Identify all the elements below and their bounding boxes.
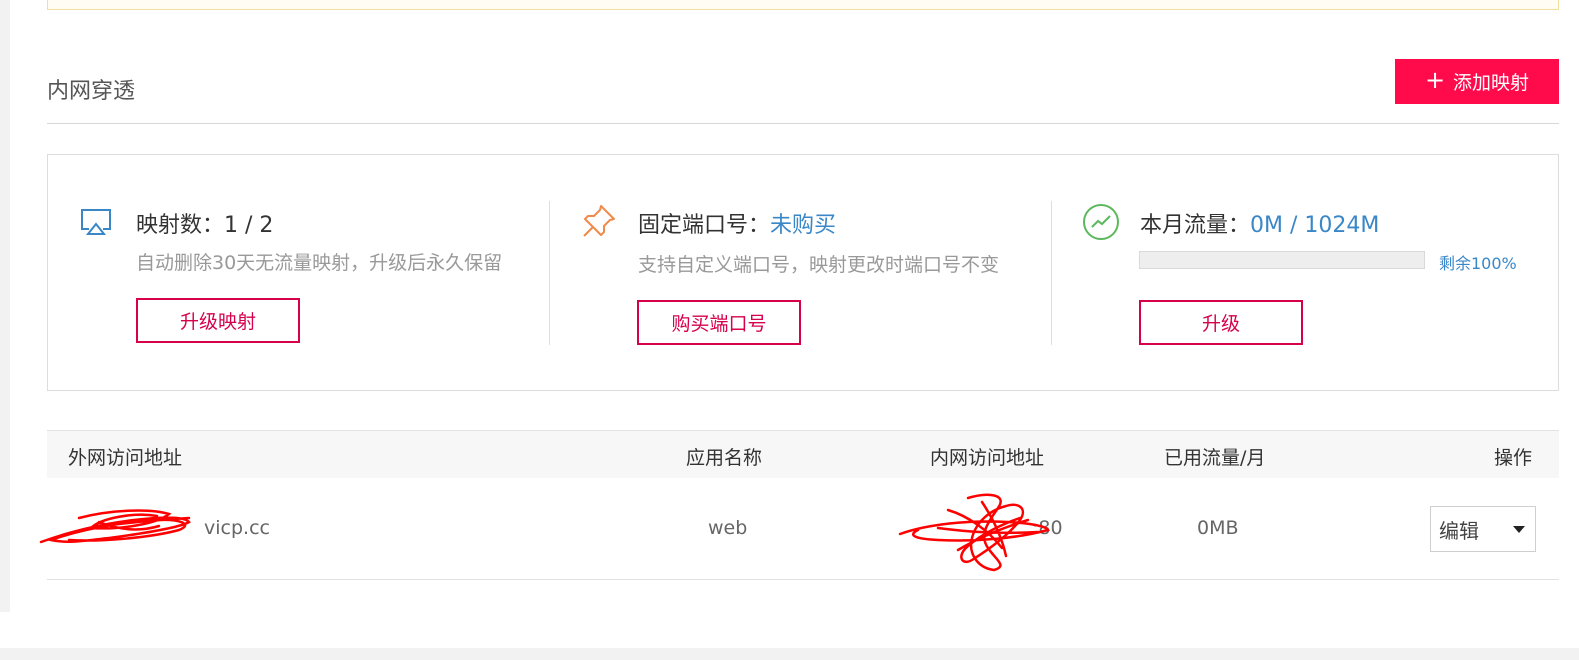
monthly-traffic: 本月流量：0M / 1024M xyxy=(1140,207,1379,239)
section-title: 内网穿透 xyxy=(47,79,136,104)
monthly-traffic-value: 0M / 1024M xyxy=(1250,213,1380,238)
fixed-port-label: 固定端口号： xyxy=(638,213,771,238)
traffic-remaining: 剩余100% xyxy=(1439,254,1517,273)
trend-icon xyxy=(1083,204,1119,240)
mapping-count-label: 映射数： xyxy=(136,213,225,238)
mapping-desc: 自动删除30天无流量映射，升级后永久保留 xyxy=(136,252,503,274)
header-external-address: 外网访问地址 xyxy=(68,447,183,469)
traffic-used: 0MB xyxy=(1197,517,1239,539)
fixed-port-desc: 支持自定义端口号，映射更改时端口号不变 xyxy=(638,254,1000,276)
fixed-port: 固定端口号：未购买 xyxy=(638,207,836,239)
page-footer-edge xyxy=(0,648,1579,660)
header-app-name: 应用名称 xyxy=(686,447,763,469)
divider xyxy=(549,201,550,345)
add-mapping-button[interactable]: + 添加映射 xyxy=(1395,59,1559,104)
airplay-icon xyxy=(81,209,111,235)
upgrade-mapping-button[interactable]: 升级映射 xyxy=(136,298,300,343)
divider xyxy=(1051,201,1052,345)
mapping-count-value: 1 / 2 xyxy=(224,213,274,238)
edit-action-label: 编辑 xyxy=(1439,518,1479,543)
header-actions: 操作 xyxy=(1494,447,1533,469)
internal-address: :80 xyxy=(1032,517,1063,539)
redaction-scribble xyxy=(898,493,1050,572)
section-header: 内网穿透 + 添加映射 xyxy=(47,58,1559,124)
notice-bar xyxy=(47,0,1559,10)
plus-icon: + xyxy=(1424,66,1446,94)
add-mapping-label: 添加映射 xyxy=(1453,72,1530,94)
buy-port-button[interactable]: 购买端口号 xyxy=(637,300,801,345)
table-header: 外网访问地址 应用名称 内网访问地址 已用流量/月 操作 xyxy=(47,430,1559,478)
app-name: web xyxy=(708,517,748,539)
redaction-scribble xyxy=(39,509,191,544)
traffic-progress-bar xyxy=(1139,251,1425,269)
chevron-down-icon xyxy=(1513,525,1525,533)
table-row: vicp.cc web :80 0MB 编辑 xyxy=(39,478,1559,580)
header-internal-address: 内网访问地址 xyxy=(930,447,1045,469)
pin-icon xyxy=(583,205,615,237)
mapping-count: 映射数：1 / 2 xyxy=(136,207,273,239)
edit-action-select[interactable]: 编辑 xyxy=(1430,506,1536,552)
traffic-progress-fill xyxy=(1140,252,1424,268)
fixed-port-value: 未购买 xyxy=(770,213,837,238)
stats-panel: 映射数：1 / 2 自动删除30天无流量映射，升级后永久保留 升级映射 固定端口… xyxy=(47,154,1559,391)
upgrade-button[interactable]: 升级 xyxy=(1139,300,1303,345)
header-traffic: 已用流量/月 xyxy=(1164,447,1266,469)
left-panel-edge xyxy=(0,0,10,612)
external-address[interactable]: vicp.cc xyxy=(204,517,270,539)
monthly-traffic-label: 本月流量： xyxy=(1140,213,1251,238)
